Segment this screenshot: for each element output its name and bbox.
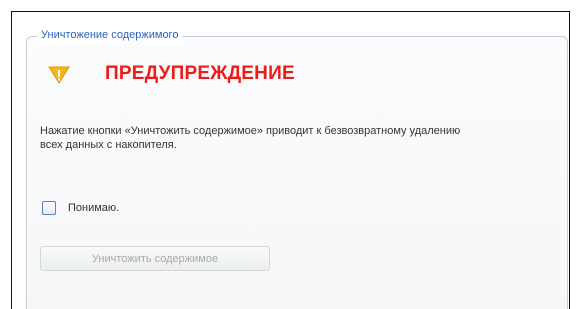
destroy-content-button[interactable]: Уничтожить содержимое (40, 246, 270, 271)
section-legend: Уничтожение содержимого (37, 27, 183, 43)
understand-checkbox-label[interactable]: Понимаю. (68, 200, 119, 216)
warning-title: ПРЕДУПРЕЖДЕНИЕ (105, 63, 295, 84)
warning-description: Нажатие кнопки «Уничтожить содержимое» п… (40, 125, 461, 151)
understand-checkbox[interactable] (42, 201, 56, 215)
warning-triangle-icon (48, 66, 70, 84)
